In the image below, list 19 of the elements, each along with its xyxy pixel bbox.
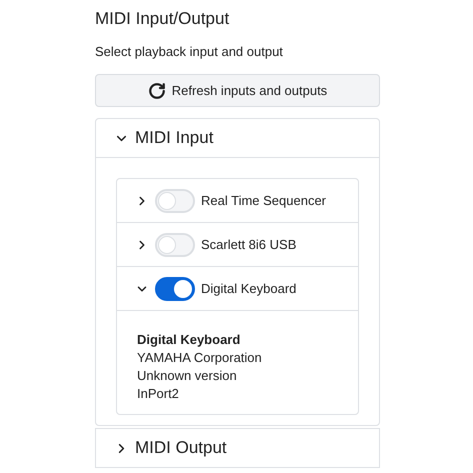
toggle-switch[interactable] [155,276,195,300]
section-header[interactable]: MIDI Output [96,429,379,468]
detail-line: InPort2 [137,385,180,403]
page-title: MIDI Input/Output [95,8,230,30]
device-row[interactable]: Real Time Sequencer [117,179,358,222]
refresh-icon [148,82,166,100]
detail-title: Digital Keyboard [137,331,242,349]
device-row[interactable]: Scarlett 8i6 USB [117,223,358,266]
refresh-button[interactable]: Refresh inputs and outputs [95,74,380,107]
page-subtitle: Select playback input and output [95,43,284,61]
device-row[interactable]: Digital Keyboard [117,267,358,310]
section-header[interactable]: MIDI Input [96,119,379,158]
section-title: MIDI Input [135,127,214,150]
device-name: Digital Keyboard [201,280,296,298]
device-name: Scarlett 8i6 USB [201,236,296,254]
detail-line: Unknown version [137,367,238,385]
device-name: Real Time Sequencer [201,192,326,210]
section-title: MIDI Output [135,437,227,460]
detail-line: YAMAHA Corporation [137,349,263,367]
